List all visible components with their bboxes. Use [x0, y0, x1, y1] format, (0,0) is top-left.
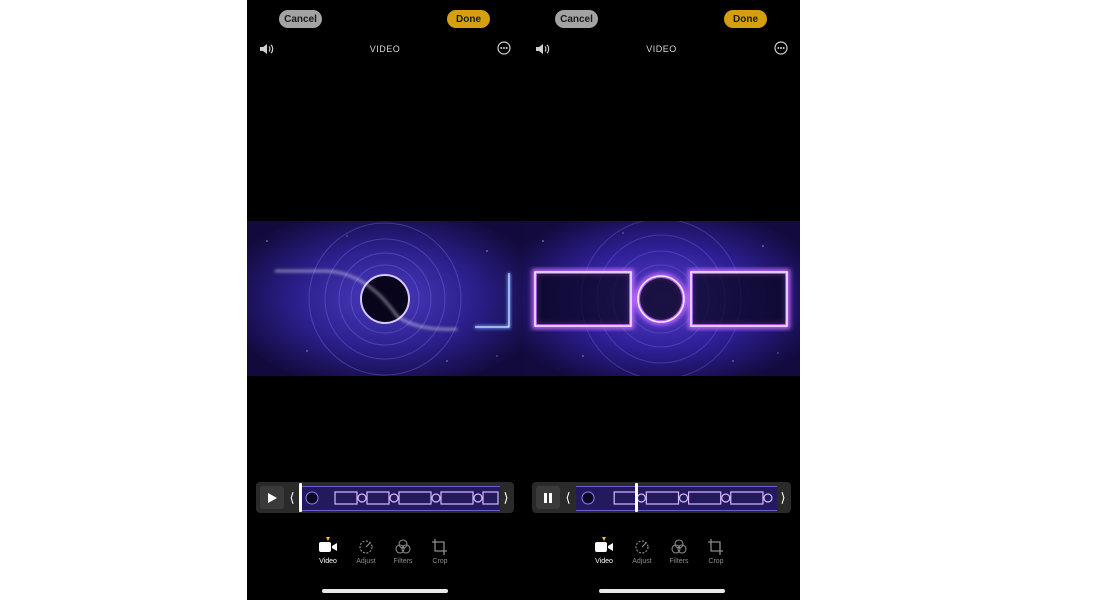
tool-bar: Video Adjust Filters Crop: [247, 537, 523, 578]
adjust-dial-icon: [359, 540, 373, 554]
active-indicator-icon: [602, 537, 606, 541]
play-button[interactable]: [260, 486, 284, 509]
video-timeline[interactable]: ⟨ ⟩: [256, 482, 514, 513]
trim-handle-end[interactable]: ⟩: [777, 486, 789, 509]
tool-label: Crop: [432, 558, 448, 565]
filters-icon: [671, 539, 687, 554]
trim-handle-start[interactable]: ⟨: [286, 486, 298, 509]
pause-button[interactable]: [536, 486, 560, 509]
tool-filters[interactable]: Filters: [662, 538, 696, 565]
home-indicator[interactable]: [322, 589, 448, 593]
editor-top-bar: VIDEO: [523, 40, 800, 58]
tool-label: Filters: [393, 558, 413, 565]
trim-handle-end[interactable]: ⟩: [500, 486, 512, 509]
video-preview[interactable]: [247, 221, 523, 376]
playhead[interactable]: [635, 483, 639, 512]
editor-top-bar: VIDEO: [247, 40, 523, 58]
done-button[interactable]: Done: [447, 10, 490, 28]
adjust-dial-icon: [635, 540, 649, 554]
tool-video[interactable]: Video: [311, 537, 345, 565]
tool-label: Adjust: [356, 558, 376, 565]
cancel-button[interactable]: Cancel: [555, 10, 598, 28]
home-indicator[interactable]: [598, 589, 725, 593]
tool-adjust[interactable]: Adjust: [349, 538, 383, 565]
tool-label: Video: [595, 558, 613, 565]
filters-icon: [395, 539, 411, 554]
mode-title: VIDEO: [646, 44, 677, 54]
tool-label: Adjust: [632, 558, 652, 565]
tool-crop[interactable]: Crop: [699, 538, 733, 565]
tool-crop[interactable]: Crop: [423, 538, 457, 565]
mode-title: VIDEO: [369, 44, 401, 54]
editor-screen-right: Cancel Done VIDEO ⟨ ⟩ Video Adjust Filte…: [523, 0, 800, 600]
play-icon: [268, 492, 277, 503]
crop-icon: [432, 539, 447, 555]
playhead[interactable]: [299, 483, 302, 512]
video-preview[interactable]: [523, 221, 800, 376]
tool-adjust[interactable]: Adjust: [625, 538, 659, 565]
frame-strip[interactable]: [576, 486, 777, 511]
tool-filters[interactable]: Filters: [386, 538, 420, 565]
tool-bar: Video Adjust Filters Crop: [523, 537, 800, 578]
more-options-icon[interactable]: [774, 41, 788, 55]
frame-strip[interactable]: [300, 486, 500, 511]
tool-label: Crop: [708, 558, 724, 565]
done-button[interactable]: Done: [724, 10, 767, 28]
more-options-icon[interactable]: [497, 41, 511, 55]
trim-handle-start[interactable]: ⟨: [562, 486, 574, 509]
tool-video[interactable]: Video: [587, 537, 621, 565]
active-indicator-icon: [326, 537, 330, 541]
cancel-button[interactable]: Cancel: [279, 10, 322, 28]
tool-label: Video: [319, 558, 337, 565]
editor-screen-left: Cancel Done VIDEO ⟨ ⟩ Video Adjust Filte…: [247, 0, 523, 600]
tool-label: Filters: [669, 558, 689, 565]
pause-icon: [544, 492, 552, 503]
crop-icon: [708, 539, 723, 555]
video-timeline[interactable]: ⟨ ⟩: [532, 482, 791, 513]
